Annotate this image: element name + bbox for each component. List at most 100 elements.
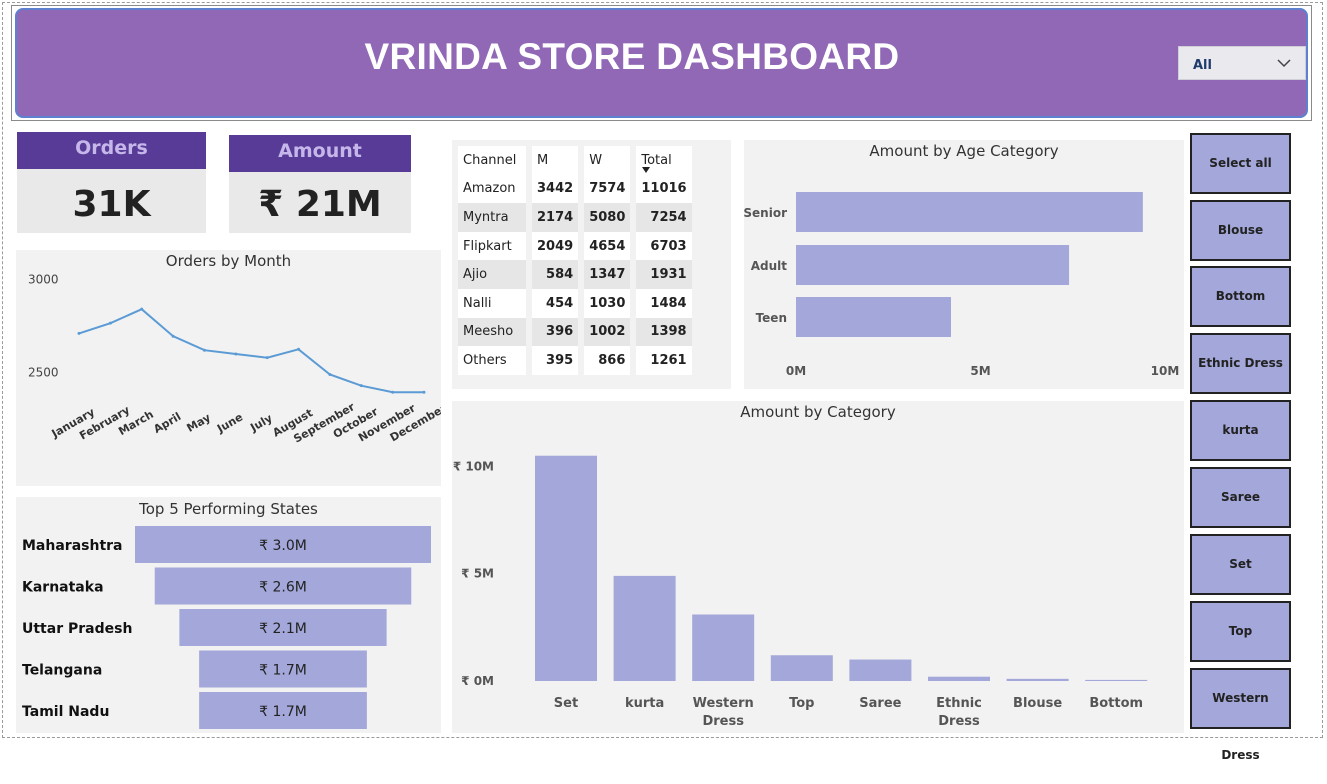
slicer-item[interactable]: Set (1190, 534, 1291, 595)
amount-by-category-chart: ₹ 10M ₹ 5M ₹ 0M Set kurta Western Dress Top Sare… (453, 455, 1148, 729)
kpi-orders-value: 31K (72, 184, 151, 225)
slicer-item[interactable]: Select all (1190, 133, 1291, 194)
state-value-label: ₹ 2.1M (259, 621, 307, 637)
table-cell-w: 866 (584, 346, 631, 375)
state-value-label: ₹ 1.7M (259, 704, 307, 720)
x-tick-label: Bottom (1089, 696, 1143, 711)
x-tick-label: Top (789, 696, 814, 711)
age-category-chart: Senior Adult Teen 0M 5M 10M (744, 192, 1180, 378)
top-states-chart: Maharashtra ₹ 3.0M Karnataka ₹ 2.6M Uttar Pr… (22, 526, 431, 729)
data-point (391, 390, 395, 394)
state-value-label: ₹ 2.6M (259, 580, 307, 596)
data-point (422, 390, 426, 394)
x-tick-label: kurta (625, 696, 664, 711)
y-tick-label: ₹ 0M (461, 674, 494, 688)
data-point (359, 384, 363, 388)
y-tick-label: ₹ 5M (461, 567, 494, 581)
x-tick-label: May (185, 411, 213, 435)
table-cell-m: 3442 (532, 174, 579, 204)
x-tick-label: July (247, 412, 274, 435)
filter-dropdown-value: All (1193, 58, 1212, 73)
state-label: Maharashtra (22, 538, 123, 554)
top-states-panel: Top 5 Performing States Maharashtra ₹ 3.0… (16, 497, 441, 733)
x-tick-label: 5M (970, 364, 990, 378)
slicer-item[interactable]: Bottom (1190, 266, 1291, 327)
sort-desc-icon (642, 167, 651, 173)
slicer-item[interactable]: Blouse (1190, 200, 1291, 261)
y-tick-label: 3000 (28, 272, 59, 286)
category-bar (849, 659, 912, 681)
kpi-amount-card: Amount ₹ 21M (229, 135, 411, 233)
x-tick-label: Western Dress (693, 696, 754, 729)
state-label: Karnataka (22, 580, 104, 596)
table-row[interactable]: Ajio 584 1347 1931 (458, 260, 692, 289)
x-tick-label: 0M (786, 364, 806, 378)
kpi-orders-label: Orders (17, 132, 206, 169)
table-row[interactable]: Nalli 454 1030 1484 (458, 288, 692, 318)
data-point (140, 307, 144, 311)
header-background: VRINDA STORE DASHBOARD All (15, 8, 1308, 118)
age-category-bar (796, 297, 951, 337)
state-value-label: ₹ 3.0M (259, 538, 307, 554)
table-cell-w: 4654 (584, 231, 631, 261)
table-cell-total: 7254 (636, 203, 692, 232)
data-point (77, 331, 81, 335)
table-row[interactable]: Meesho 396 1002 1398 (458, 317, 692, 347)
table-cell-w: 5080 (584, 203, 631, 232)
table-row[interactable]: Others 395 866 1261 (458, 346, 692, 375)
data-point (234, 352, 238, 356)
table-cell-channel: Flipkart (458, 231, 526, 261)
channel-table: Channel M W Total Amazon 3442 7574 11016 Myn… (458, 146, 692, 375)
table-cell-m: 2049 (532, 231, 579, 261)
kpi-amount-label: Amount (229, 135, 411, 172)
slicer-item[interactable]: Top (1190, 601, 1291, 662)
slicer-item[interactable]: Ethnic Dress (1190, 333, 1291, 394)
x-tick-label: Set (554, 696, 578, 711)
table-header-channel[interactable]: Channel (458, 146, 526, 175)
kpi-amount-value: ₹ 21M (258, 184, 382, 225)
data-point (108, 321, 112, 325)
y-tick-label: ₹ 10M (453, 459, 494, 473)
x-tick-label: 10M (1151, 364, 1180, 378)
x-tick-label: Blouse (1013, 696, 1062, 711)
y-tick-label: 2500 (28, 366, 59, 380)
age-category-label: Senior (744, 206, 787, 220)
table-cell-w: 1002 (584, 317, 631, 347)
data-point (328, 372, 332, 376)
slicer-item[interactable]: kurta (1190, 400, 1291, 461)
table-header-m[interactable]: M (532, 146, 579, 175)
slicer-item[interactable]: Western Dress (1190, 668, 1291, 762)
slicer-item[interactable]: Saree (1190, 467, 1291, 528)
table-cell-total: 6703 (636, 231, 692, 261)
orders-by-month-panel: Orders by Month 3000 2500 January February M… (16, 250, 441, 486)
table-cell-channel: Amazon (458, 174, 526, 204)
table-cell-total: 1261 (636, 346, 692, 375)
table-row[interactable]: Flipkart 2049 4654 6703 (458, 231, 692, 261)
category-bar (1085, 679, 1148, 681)
category-bar (535, 455, 597, 681)
table-cell-total: 1484 (636, 288, 692, 318)
table-cell-m: 454 (532, 288, 579, 318)
category-bar (613, 575, 676, 681)
table-cell-total: 1931 (636, 260, 692, 289)
orders-by-month-chart: 30002500JanuaryFebruaryMarchApril May June… (28, 272, 441, 445)
age-category-label: Adult (751, 259, 788, 273)
category-bar (928, 676, 990, 681)
table-cell-channel: Others (458, 346, 526, 375)
category-bar (1006, 678, 1069, 681)
table-header-total[interactable]: Total (636, 146, 692, 175)
data-point (265, 356, 269, 360)
x-tick-label: Saree (859, 696, 901, 711)
orders-line (78, 308, 424, 394)
x-tick-label: April (151, 410, 183, 436)
x-tick-label: June (214, 411, 245, 436)
state-label: Uttar Pradesh (22, 621, 132, 637)
filter-dropdown[interactable]: All (1178, 46, 1306, 80)
table-header-w[interactable]: W (584, 146, 631, 175)
channel-table-panel: Channel M W Total Amazon 3442 7574 11016 Myn… (452, 140, 731, 389)
table-row[interactable]: Amazon 3442 7574 11016 (458, 174, 692, 204)
table-row[interactable]: Myntra 2174 5080 7254 (458, 203, 692, 232)
age-category-bar (796, 245, 1070, 285)
age-category-label: Teen (756, 311, 787, 325)
data-point (297, 347, 301, 351)
